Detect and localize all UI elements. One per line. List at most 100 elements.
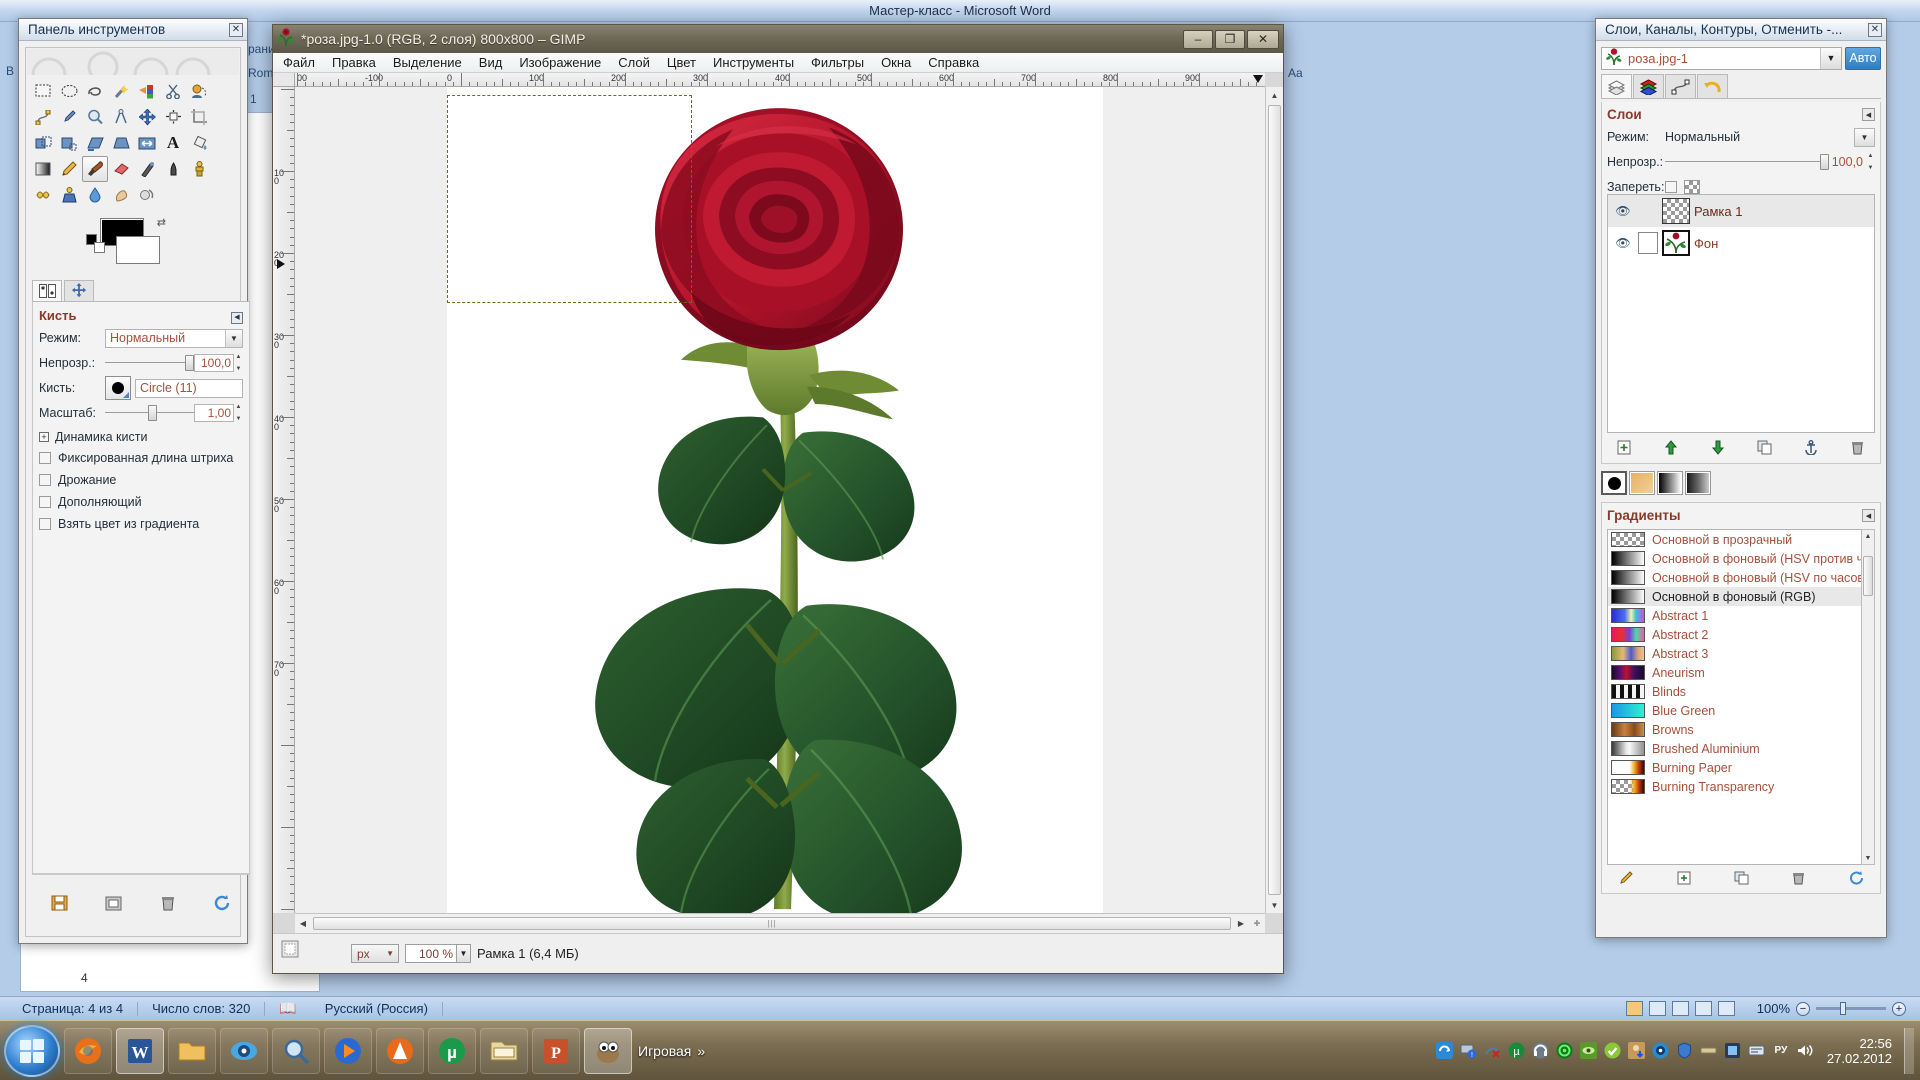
lower-layer-button[interactable]	[1707, 437, 1729, 457]
chevron-down-icon[interactable]: ▼	[225, 329, 242, 347]
list-item[interactable]: Brushed Aluminium	[1608, 739, 1874, 758]
list-item[interactable]: Abstract 3	[1608, 644, 1874, 663]
chevron-down-icon[interactable]: ▼	[386, 949, 398, 958]
dock-titlebar[interactable]: Слои, Каналы, Контуры, Отменить -... ✕	[1596, 19, 1886, 41]
delete-tool-options-button[interactable]	[156, 892, 180, 914]
new-gradient-button[interactable]	[1673, 868, 1695, 888]
gradient-scroll-thumb[interactable]	[1863, 556, 1873, 596]
brush-opacity-value[interactable]: 100,0	[194, 354, 234, 372]
background-color-swatch[interactable]	[116, 236, 160, 264]
option-incremental[interactable]: Дополняющий	[39, 491, 243, 513]
checkbox-icon[interactable]	[39, 474, 51, 486]
zoom-tool[interactable]	[82, 104, 108, 130]
brush-preview-button[interactable]	[105, 376, 131, 400]
unit-select[interactable]: px ▼	[351, 944, 399, 963]
list-item[interactable]: Burning Transparency	[1608, 777, 1874, 796]
smudge-tool[interactable]	[108, 182, 134, 208]
scroll-right-arrow-icon[interactable]: ▶	[1233, 916, 1249, 932]
show-desktop-button[interactable]	[1904, 1027, 1914, 1074]
scroll-down-arrow-icon[interactable]: ▼	[1267, 898, 1282, 912]
layer-list[interactable]: 👁 Рамка 1 👁 Фон	[1607, 194, 1875, 433]
dodge-burn-tool[interactable]	[134, 182, 160, 208]
scroll-up-arrow-icon[interactable]: ▲	[1862, 530, 1874, 542]
list-item[interactable]: Blue Green	[1608, 701, 1874, 720]
brush-scale-stepper[interactable]: ▲ ▼	[234, 404, 243, 422]
list-item[interactable]: Burning Paper	[1608, 758, 1874, 777]
tray-app-icon[interactable]	[1723, 1041, 1743, 1061]
expand-plus-icon[interactable]: +	[39, 432, 49, 442]
menu-edit[interactable]: Правка	[332, 55, 376, 70]
undo-history-tab[interactable]	[1697, 74, 1728, 98]
tray-bar-icon[interactable]	[1699, 1041, 1719, 1061]
heal-tool[interactable]	[30, 182, 56, 208]
tray-shield-icon[interactable]	[1675, 1041, 1695, 1061]
brush-name-field[interactable]: Circle (11)	[135, 378, 243, 398]
delete-gradient-button[interactable]	[1788, 868, 1810, 888]
list-item[interactable]: Основной в фоновый (RGB)	[1608, 587, 1874, 606]
view-print-layout-button[interactable]	[1625, 1001, 1643, 1016]
taskbar-gimp[interactable]	[584, 1027, 632, 1074]
shear-tool[interactable]	[82, 130, 108, 156]
zoom-in-button[interactable]: +	[1892, 1001, 1906, 1016]
menu-image[interactable]: Изображение	[519, 55, 601, 70]
menu-help[interactable]: Справка	[928, 55, 979, 70]
slider-knob[interactable]	[1819, 154, 1829, 170]
word-status-language[interactable]: Русский (Россия)	[311, 1001, 442, 1016]
scale-tool[interactable]	[56, 130, 82, 156]
zoom-combo[interactable]: 100 % ▼	[405, 944, 471, 963]
menu-file[interactable]: Файл	[283, 55, 315, 70]
layer-opacity-slider[interactable]	[1665, 153, 1829, 171]
minimize-button[interactable]: –	[1183, 29, 1213, 49]
brush-scale-value[interactable]: 1,00	[194, 404, 234, 422]
chevron-down-icon[interactable]: ▼	[1820, 47, 1841, 69]
canvas-horizontal-scrollbar[interactable]: ◀ ||| ▶ ✛	[295, 913, 1265, 933]
option-use-color-from-gradient[interactable]: Взять цвет из градиента	[39, 513, 243, 535]
taskbar-magnifier[interactable]	[272, 1027, 320, 1074]
scroll-down-arrow-icon[interactable]: ▼	[1862, 852, 1874, 864]
scroll-left-arrow-icon[interactable]: ◀	[295, 916, 311, 932]
text-tool[interactable]: A	[160, 130, 186, 156]
tray-layout-icon[interactable]: РУ	[1771, 1041, 1791, 1061]
ink-tool[interactable]	[160, 156, 186, 182]
duplicate-layer-button[interactable]	[1753, 437, 1775, 457]
view-outline-button[interactable]	[1694, 1001, 1712, 1016]
image-select[interactable]: роза.jpg-1 ▼	[1601, 46, 1842, 70]
gradients-menu-icon[interactable]: ◀	[1862, 509, 1875, 522]
reset-tool-options-button[interactable]	[211, 892, 235, 914]
word-zoom-level[interactable]: 100%	[1757, 1001, 1790, 1016]
chevron-down-icon[interactable]: ▼	[1855, 128, 1874, 146]
image-canvas[interactable]	[295, 87, 1265, 913]
zoom-slider[interactable]	[1816, 1002, 1886, 1015]
restore-tool-options-button[interactable]	[102, 892, 126, 914]
pencil-tool[interactable]	[56, 156, 82, 182]
view-full-screen-button[interactable]	[1648, 1001, 1666, 1016]
palette-swatch[interactable]	[1685, 471, 1711, 495]
tray-sync-icon[interactable]	[1435, 1041, 1455, 1061]
brush-dynamics-expander[interactable]: + Динамика кисти	[39, 427, 243, 447]
rotate-tool[interactable]	[30, 130, 56, 156]
tray-headset-icon[interactable]	[1531, 1041, 1551, 1061]
eraser-tool[interactable]	[108, 156, 134, 182]
maximize-button[interactable]: ❐	[1215, 29, 1245, 49]
blend-gradient-tool[interactable]	[30, 156, 56, 182]
gradient-list[interactable]: Основной в прозрачный Основной в фоновый…	[1607, 529, 1875, 865]
clone-tool[interactable]	[186, 156, 212, 182]
horizontal-ruler[interactable]: 00 -100 0 100 200 300 400 500 600 700 80…	[295, 73, 1265, 87]
list-item[interactable]: Blinds	[1608, 682, 1874, 701]
canvas-origin-button[interactable]	[273, 73, 295, 87]
gradient-swatch[interactable]	[1657, 471, 1683, 495]
delete-layer-button[interactable]	[1847, 437, 1869, 457]
flip-tool[interactable]	[134, 130, 160, 156]
blur-sharpen-tool[interactable]	[82, 182, 108, 208]
taskbar-powerpoint[interactable]: P	[532, 1027, 580, 1074]
anchor-layer-button[interactable]	[1800, 437, 1822, 457]
bucket-fill-tool[interactable]	[186, 130, 212, 156]
view-draft-button[interactable]	[1717, 1001, 1735, 1016]
checkbox-icon[interactable]	[39, 518, 51, 530]
word-status-words[interactable]: Число слов: 320	[138, 1001, 264, 1016]
rect-select-tool[interactable]	[30, 78, 56, 104]
list-item[interactable]: Aneurism	[1608, 663, 1874, 682]
slider-knob[interactable]	[147, 405, 157, 421]
pattern-swatch[interactable]	[1629, 471, 1655, 495]
menu-filters[interactable]: Фильтры	[811, 55, 864, 70]
